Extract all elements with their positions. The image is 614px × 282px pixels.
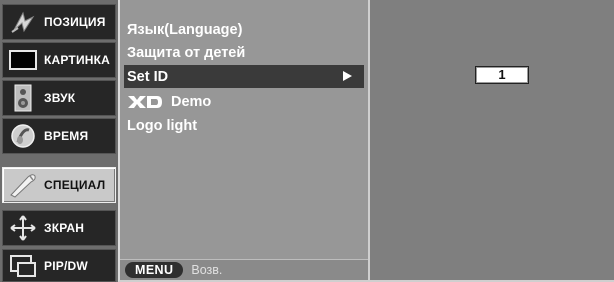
tv-osd-menu: ПОЗИЦИЯ КАРТИНКА ЗВУК ВРЕМЯ СПЕЦИАЛ ЗКРА… (0, 0, 614, 282)
sidebar-item-position[interactable]: ПОЗИЦИЯ (2, 4, 116, 40)
menu-item-label: Demo (171, 93, 212, 110)
sidebar-item-pip[interactable]: PIP/DW (2, 249, 116, 282)
menu-item-xd-demo[interactable]: Demo (124, 90, 364, 113)
sidebar-item-label: СПЕЦИАЛ (44, 178, 106, 192)
sidebar-item-label: ПОЗИЦИЯ (44, 15, 106, 29)
sidebar-item-screen[interactable]: ЗКРАН (2, 210, 116, 246)
menu-button[interactable]: MENU (125, 262, 184, 278)
menu-item-label: Защита от детей (127, 44, 246, 61)
menu-item-label: Set ID (127, 68, 169, 85)
sidebar-item-label: PIP/DW (44, 258, 88, 273)
sidebar-item-label: КАРТИНКА (44, 53, 111, 67)
set-id-panel: 1 (370, 0, 614, 282)
menu-item-child-lock[interactable]: Защита от детей (124, 41, 364, 64)
sidebar-item-picture[interactable]: КАРТИНКА (2, 42, 116, 78)
menu-footer: MENU Возв. (120, 259, 368, 280)
sidebar-item-label: ВРЕМЯ (44, 129, 89, 143)
position-icon (8, 7, 38, 37)
sidebar-item-time[interactable]: ВРЕМЯ (2, 118, 116, 154)
speaker-icon (8, 83, 38, 113)
pip-icon (8, 251, 38, 281)
sidebar-item-label: ЗКРАН (44, 221, 85, 235)
time-icon (8, 121, 38, 151)
special-menu-panel: Язык(Language) Защита от детей Set ID De… (118, 0, 370, 282)
submenu-arrow-icon (343, 71, 352, 81)
menu-item-label: Logo light (127, 117, 198, 134)
menu-item-label: Язык(Language) (127, 21, 243, 38)
category-sidebar: ПОЗИЦИЯ КАРТИНКА ЗВУК ВРЕМЯ СПЕЦИАЛ ЗКРА… (0, 0, 118, 282)
set-id-value-box[interactable]: 1 (475, 66, 529, 84)
menu-item-logo-light[interactable]: Logo light (124, 114, 364, 137)
screen-icon (8, 213, 38, 243)
xd-logo-icon (127, 95, 163, 109)
menu-item-language[interactable]: Язык(Language) (124, 18, 364, 41)
picture-icon (8, 45, 38, 75)
back-hint: Возв. (191, 263, 223, 277)
sidebar-item-special[interactable]: СПЕЦИАЛ (2, 167, 116, 203)
sidebar-item-label: ЗВУК (44, 91, 76, 105)
sidebar-item-sound[interactable]: ЗВУК (2, 80, 116, 116)
menu-item-set-id[interactable]: Set ID (124, 65, 364, 88)
special-icon (8, 170, 38, 200)
